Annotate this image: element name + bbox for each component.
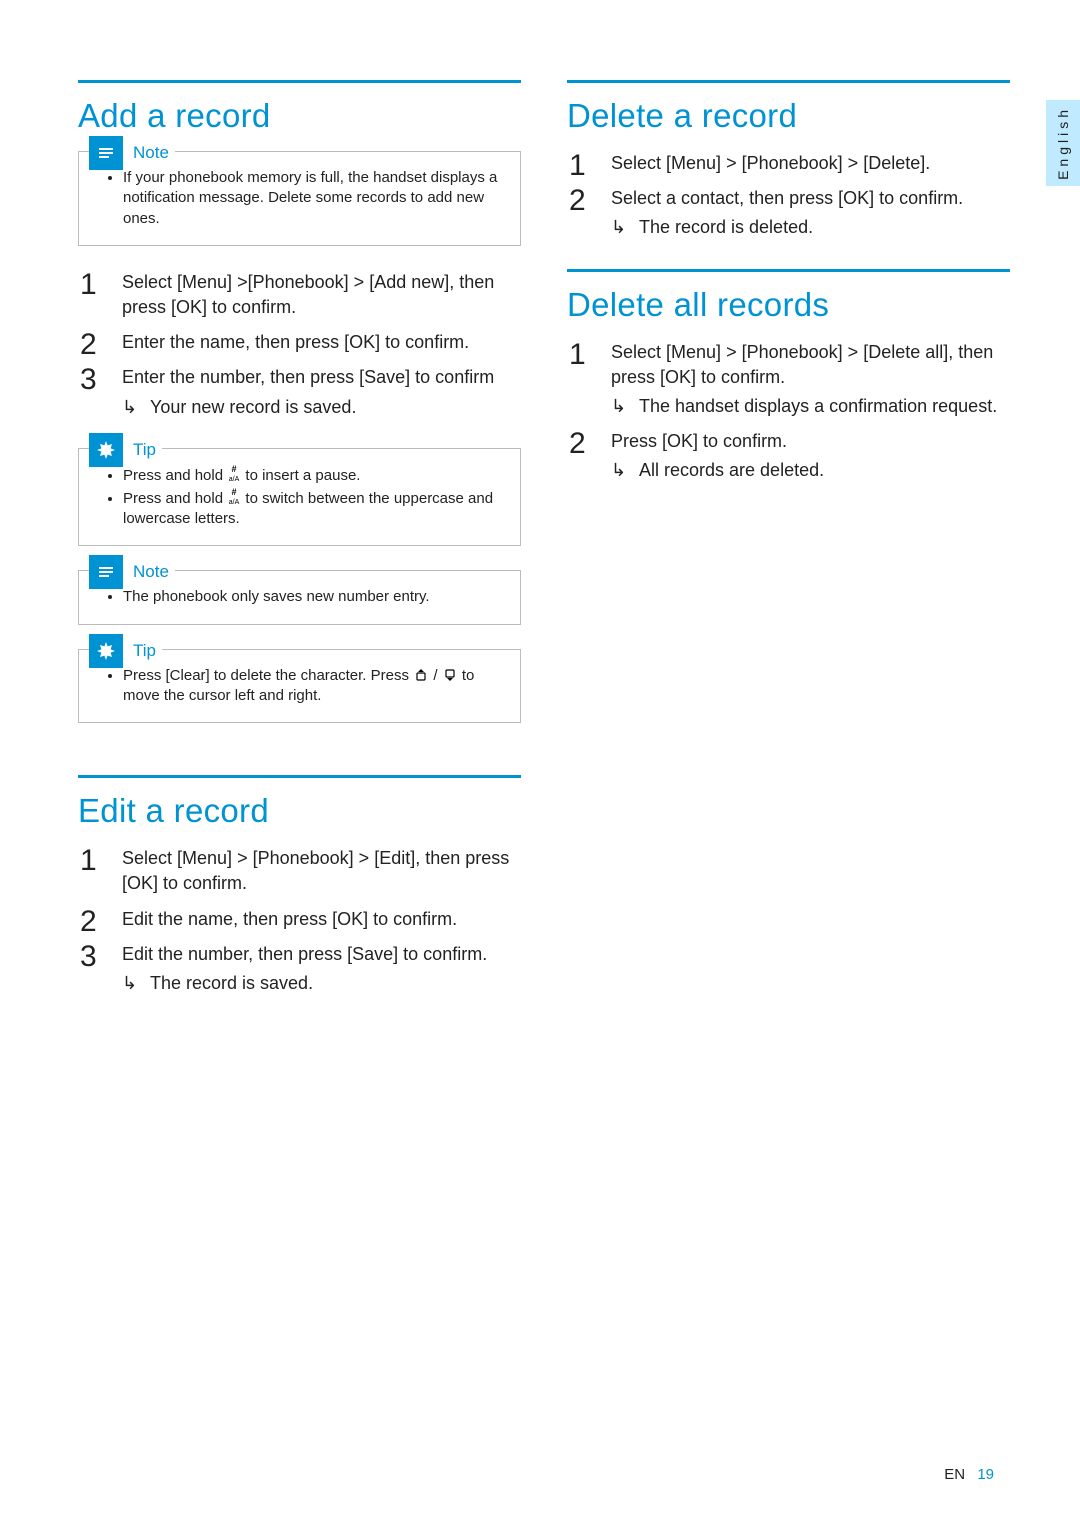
- svg-text:#: #: [232, 488, 237, 497]
- tip-text: Press [Clear] to delete the character. P…: [123, 666, 502, 707]
- note-box: Note If your phonebook memory is full, t…: [78, 151, 521, 246]
- tip-text: Press and hold #a/A to insert a pause.: [123, 465, 502, 486]
- page: English Add a record Note If your phoneb…: [0, 0, 1080, 1527]
- page-footer: EN 19: [944, 1466, 994, 1483]
- step: Select [Menu] > [Phonebook] > [Delete].: [567, 151, 1010, 176]
- note-text: The phonebook only saves new number entr…: [123, 587, 502, 607]
- right-column: Delete a record Select [Menu] > [Phonebo…: [567, 80, 1010, 1024]
- two-column-layout: Add a record Note If your phonebook memo…: [78, 80, 1010, 1024]
- step-result: Your new record is saved.: [122, 395, 521, 420]
- step: Select [Menu] > [Phonebook] > [Edit], th…: [78, 846, 521, 896]
- step: Select a contact, then press [OK] to con…: [567, 186, 1010, 240]
- tip-label: Tip: [133, 641, 156, 661]
- section-rule: [567, 269, 1010, 272]
- note-text: If your phonebook memory is full, the ha…: [123, 168, 502, 229]
- page-number: 19: [977, 1466, 994, 1483]
- section-rule: [78, 775, 521, 778]
- step: Enter the name, then press [OK] to confi…: [78, 330, 521, 355]
- tip-head: Tip: [89, 433, 162, 467]
- heading-delete-record: Delete a record: [567, 97, 1010, 135]
- tip-text: Press and hold #a/A to switch between th…: [123, 488, 502, 530]
- language-tab: English: [1046, 100, 1080, 186]
- phonebook-down-icon: [442, 667, 458, 683]
- note-icon: [89, 555, 123, 589]
- tip-label: Tip: [133, 440, 156, 460]
- step: Select [Menu] > [Phonebook] > [Delete al…: [567, 340, 1010, 420]
- note-label: Note: [133, 562, 169, 582]
- note-head: Note: [89, 136, 175, 170]
- step: Press [OK] to confirm. All records are d…: [567, 429, 1010, 483]
- footer-lang: EN: [944, 1466, 965, 1483]
- tip-box: Tip Press [Clear] to delete the characte…: [78, 649, 521, 724]
- svg-text:a/A: a/A: [229, 476, 240, 483]
- step-result: The record is saved.: [122, 971, 521, 996]
- svg-text:a/A: a/A: [229, 499, 240, 506]
- heading-add-record: Add a record: [78, 97, 521, 135]
- note-label: Note: [133, 143, 169, 163]
- note-box: Note The phonebook only saves new number…: [78, 570, 521, 624]
- note-head: Note: [89, 555, 175, 589]
- delete-record-steps: Select [Menu] > [Phonebook] > [Delete]. …: [567, 151, 1010, 241]
- tip-icon: [89, 433, 123, 467]
- section-rule: [78, 80, 521, 83]
- step: Enter the number, then press [Save] to c…: [78, 365, 521, 419]
- svg-text:#: #: [232, 465, 237, 474]
- heading-delete-all-records: Delete all records: [567, 286, 1010, 324]
- tip-box: Tip Press and hold #a/A to insert a paus…: [78, 448, 521, 547]
- note-icon: [89, 136, 123, 170]
- step: Select [Menu] >[Phonebook] > [Add new], …: [78, 270, 521, 320]
- language-tab-label: English: [1055, 106, 1071, 180]
- left-column: Add a record Note If your phonebook memo…: [78, 80, 521, 1024]
- edit-record-steps: Select [Menu] > [Phonebook] > [Edit], th…: [78, 846, 521, 996]
- tip-icon: [89, 634, 123, 668]
- step-result: The handset displays a confirmation requ…: [611, 394, 1010, 419]
- step-result: The record is deleted.: [611, 215, 1010, 240]
- tip-head: Tip: [89, 634, 162, 668]
- phonebook-up-icon: [413, 667, 429, 683]
- add-record-steps: Select [Menu] >[Phonebook] > [Add new], …: [78, 270, 521, 420]
- step: Edit the number, then press [Save] to co…: [78, 942, 521, 996]
- section-rule: [567, 80, 1010, 83]
- heading-edit-record: Edit a record: [78, 792, 521, 830]
- step-result: All records are deleted.: [611, 458, 1010, 483]
- step: Edit the name, then press [OK] to confir…: [78, 907, 521, 932]
- hash-key-icon: # a/A: [227, 465, 241, 483]
- delete-all-records-steps: Select [Menu] > [Phonebook] > [Delete al…: [567, 340, 1010, 484]
- hash-key-icon: # a/A: [227, 488, 241, 506]
